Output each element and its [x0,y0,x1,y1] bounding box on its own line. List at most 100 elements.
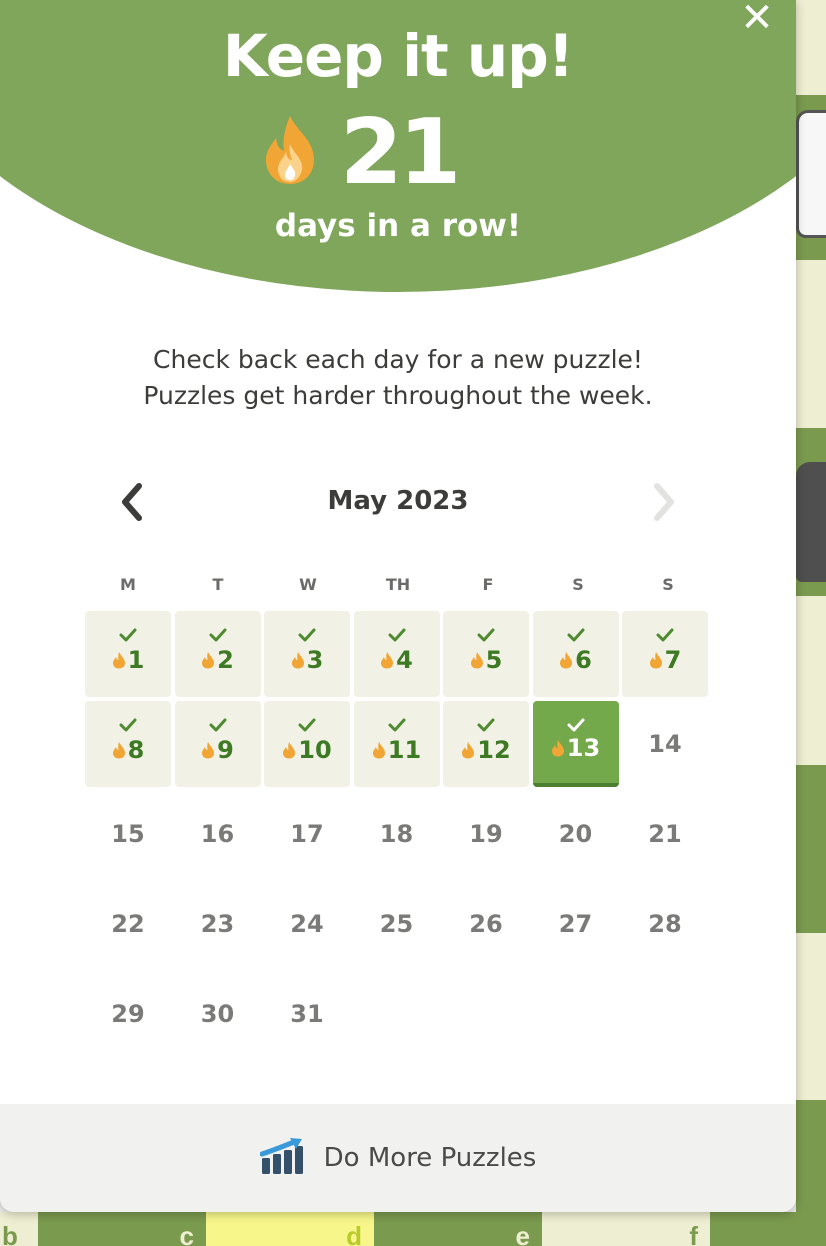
day-number: 6 [575,646,592,674]
flame-icon [291,651,305,669]
day-number: 30 [200,1000,235,1028]
weekday-label: T [212,575,224,594]
check-icon [533,711,619,739]
calendar-day[interactable]: 10 [264,701,350,787]
calendar-day[interactable]: 4 [353,611,440,697]
calendar-day[interactable]: 2 [174,611,261,697]
check-icon [354,621,440,649]
day-number: 26 [469,910,503,938]
check-icon [85,621,171,649]
day-number: 20 [558,820,593,848]
streak-counter: 21 [262,100,461,205]
flame-icon [201,651,215,669]
info-line-1: Check back each day for a new puzzle! [153,345,643,374]
calendar-day: 29 [85,971,171,1057]
calendar-day: 28 [622,881,708,967]
info-line-2: Puzzles get harder throughout the week. [143,381,653,410]
modal-title: Keep it up! [222,22,574,90]
calendar-day: 31 [264,971,350,1057]
check-icon [622,621,708,649]
flame-icon [112,741,126,759]
calendar-day: 19 [443,791,529,877]
flame-icon [201,741,215,759]
day-number: 11 [387,736,422,764]
calendar-day: 16 [175,791,261,877]
day-number: 14 [648,730,682,758]
flame-icon [262,114,318,190]
day-number: 28 [648,910,682,938]
weekday-label: TH [385,575,411,594]
flame-icon [112,651,126,669]
flame-icon [470,651,484,669]
calendar-day: 18 [354,791,440,877]
board-square [796,765,826,933]
calendar-day[interactable]: 8 [85,701,171,787]
check-icon [443,621,529,649]
day-number: 21 [648,820,682,848]
calendar-day: 20 [533,791,619,877]
day-number: 22 [111,910,145,938]
check-icon [85,711,171,739]
calendar-day[interactable]: 13 [532,701,619,787]
flame-icon [380,651,394,669]
calendar-day[interactable]: 7 [622,611,708,697]
day-number: 31 [290,1000,324,1028]
board-file [710,1212,826,1246]
streak-modal: ✕ Keep it up! 21 days in a row! Check ba… [0,0,796,1212]
board-file-labels: b c d e f [0,1212,826,1246]
calendar-navigation: May 2023 [110,478,686,526]
day-number: 10 [298,736,332,764]
day-number: 3 [306,646,324,674]
calendar-day[interactable]: 6 [532,611,619,697]
day-number: 8 [127,736,145,764]
board-file: f [542,1212,710,1246]
calendar-day: 30 [175,971,261,1057]
calendar-day[interactable]: 11 [353,701,440,787]
day-number: 2 [217,646,234,674]
flame-icon [282,741,296,759]
weekday-header: M T W TH F S S [83,575,713,594]
calendar-day[interactable]: 5 [443,611,529,697]
day-number: 24 [290,910,324,938]
bar-chart-up-icon [259,1136,306,1180]
check-icon [354,711,440,739]
day-number: 17 [290,820,324,848]
day-number: 23 [200,910,235,938]
day-number: 4 [396,646,413,674]
calendar-day[interactable]: 1 [85,611,171,697]
day-number: 12 [477,736,511,764]
white-queen-piece-icon [796,110,826,238]
check-icon [264,621,350,649]
calendar-day: 27 [533,881,619,967]
flame-icon [372,741,386,759]
streak-caption: days in a row! [274,208,522,244]
calendar-day: 25 [354,881,440,967]
check-icon [175,621,261,649]
calendar-day[interactable]: 12 [443,701,529,787]
flame-icon [461,741,475,759]
calendar-day: 22 [85,881,171,967]
month-label: May 2023 [327,486,469,516]
next-month-button[interactable] [642,478,686,526]
weekday-label: F [482,575,494,594]
day-number: 9 [217,736,234,764]
weekday-label: S [572,575,584,594]
calendar-day: 24 [264,881,350,967]
black-pawn-piece-icon [796,462,826,582]
chevron-right-icon [654,483,674,521]
info-message: Check back each day for a new puzzle! Pu… [0,342,796,414]
do-more-puzzles-button[interactable]: Do More Puzzles [0,1104,796,1212]
board-file: d [206,1212,374,1246]
calendar-day[interactable]: 3 [264,611,350,697]
calendar-day: 14 [622,701,708,787]
calendar-day: 21 [622,791,708,877]
calendar-day[interactable]: 9 [174,701,261,787]
calendar-day: 23 [175,881,261,967]
check-icon [175,711,261,739]
check-icon [443,711,529,739]
weekday-label: W [299,575,317,594]
day-number: 25 [379,910,414,938]
footer-label: Do More Puzzles [323,1143,537,1173]
board-file: c [38,1212,206,1246]
day-number: 19 [469,820,503,848]
